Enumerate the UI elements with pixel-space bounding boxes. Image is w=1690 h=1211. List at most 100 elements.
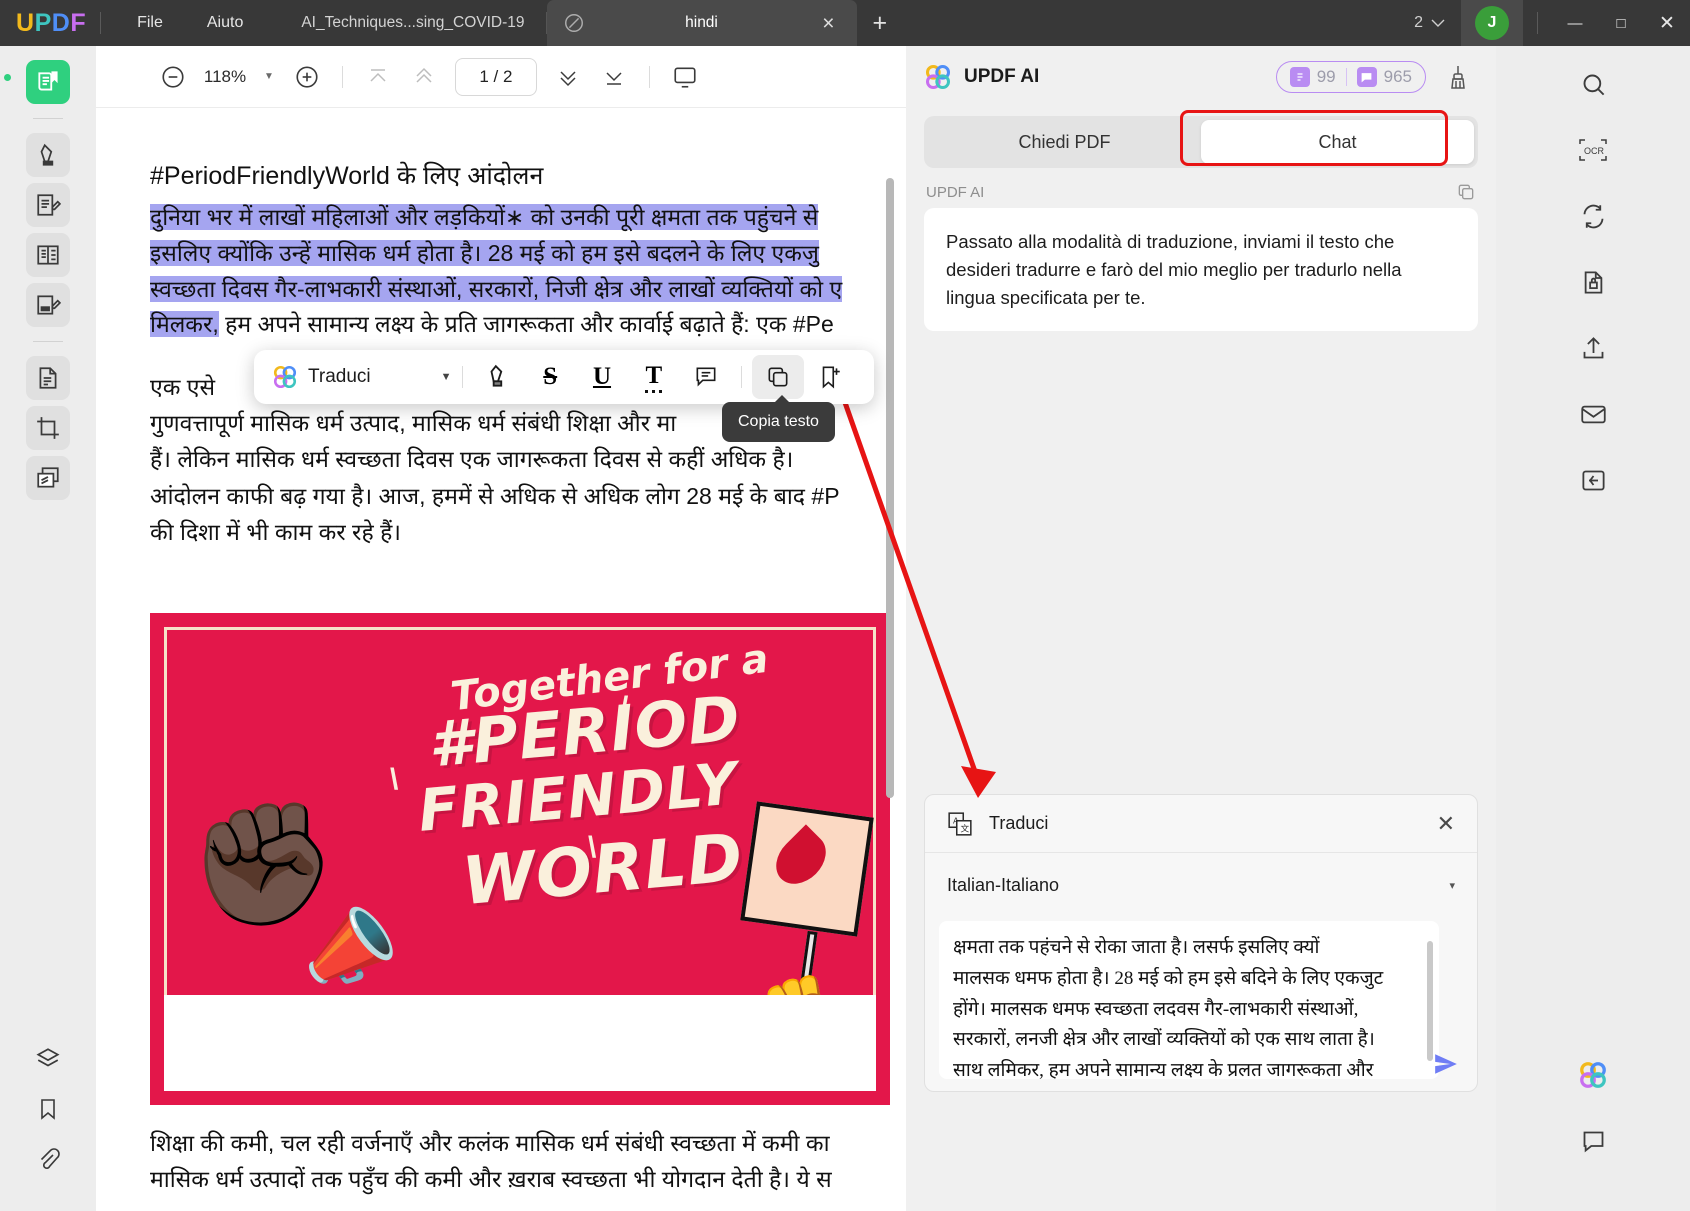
sidebar-item-attachment[interactable]: [26, 1137, 70, 1181]
doc-line-4-rest: हम अपने सामान्य लक्ष्य के प्रति जागरूकता…: [218, 311, 834, 338]
highlight-button[interactable]: [473, 355, 525, 399]
sidebar-item-highlight[interactable]: [26, 133, 70, 177]
clear-chat-button[interactable]: [1438, 57, 1478, 97]
menu-file[interactable]: File: [115, 0, 185, 46]
protect-button[interactable]: [1571, 260, 1615, 304]
underline-icon: U: [592, 363, 612, 390]
chat-credit-icon: [1356, 67, 1377, 87]
bookmark-icon: [36, 1097, 60, 1121]
note-comment-button[interactable]: [680, 355, 732, 399]
document-credit-count: 99: [1316, 67, 1336, 86]
seltoolbar-separator-1: [461, 366, 463, 388]
copy-text-button[interactable]: [752, 355, 805, 399]
sidebar-item-reader-mode[interactable]: [26, 60, 70, 104]
right-tool-rail: OCR: [1496, 46, 1690, 1211]
ocr-button[interactable]: OCR: [1571, 128, 1615, 172]
strikethrough-button[interactable]: S: [524, 355, 576, 399]
account-button[interactable]: J: [1461, 0, 1523, 46]
present-mode-button[interactable]: [664, 56, 706, 98]
attachment-icon: [36, 1147, 60, 1171]
compress-button[interactable]: [1571, 458, 1615, 502]
copy-message-icon[interactable]: [1456, 182, 1476, 202]
pdf-page-view[interactable]: #PeriodFriendlyWorld के लिए आंदोलन दुनिय…: [96, 108, 906, 1211]
ocr-icon: OCR: [1578, 137, 1608, 163]
translate-input-area[interactable]: क्षमता तक पहंचने से रोका जाता है। लसर्फ …: [939, 921, 1439, 1079]
sidebar-item-edit-pdf[interactable]: [26, 233, 70, 277]
pdf-vertical-scrollbar[interactable]: [886, 178, 894, 798]
language-selector[interactable]: Italian-Italiano ▾: [925, 853, 1477, 917]
squiggly-underline-button[interactable]: T: [628, 355, 680, 399]
sidebar-item-layers[interactable]: [26, 1037, 70, 1081]
sidebar-item-bookmark[interactable]: [26, 1087, 70, 1131]
email-icon: [1580, 401, 1607, 428]
sidebar-item-page-organize[interactable]: [26, 356, 70, 400]
zoom-in-button[interactable]: [286, 56, 328, 98]
underline-button[interactable]: U: [576, 355, 628, 399]
compress-icon: [1580, 467, 1607, 494]
convert-button[interactable]: [1571, 194, 1615, 238]
email-button[interactable]: [1571, 392, 1615, 436]
tab-close-button[interactable]: ×: [822, 13, 834, 34]
close-icon[interactable]: ✕: [1437, 812, 1455, 835]
updf-ai-panel: UPDF AI 99 965 Chiedi PDF Chat UPDF AI P…: [906, 46, 1496, 1211]
updf-ai-flower-icon: [272, 364, 298, 390]
ai-panel-title: UPDF AI: [964, 66, 1040, 87]
zoom-dropdown-caret[interactable]: ▼: [256, 71, 282, 82]
selected-line-1: दुनिया भर में लाखों महिलाओं और लड़कियों∗ …: [150, 204, 819, 231]
send-button[interactable]: [1431, 1051, 1461, 1077]
credits-badge[interactable]: 99 965: [1275, 61, 1426, 93]
broom-icon: [1446, 64, 1470, 90]
toolbar-separator-1: [341, 65, 343, 88]
bookmark-add-icon: [817, 364, 843, 390]
doc-p2-line-5: की दिशा में भी काम कर रहे हैं।: [150, 519, 401, 546]
sidebar-item-batch-pages[interactable]: [26, 456, 70, 500]
ai-message-sender: UPDF AI: [906, 168, 1496, 208]
tab-strip: AI_Techniques...sing_COVID-19 hindi × +: [279, 0, 887, 46]
poster-image: Together for a #PERIOD FRIENDLY WORLD ✊🏿…: [150, 613, 890, 1105]
chevron-down-icon[interactable]: ▼: [441, 371, 452, 383]
updf-logo: UPDF: [16, 8, 87, 37]
toolbar-separator-2: [648, 65, 650, 88]
next-page-button[interactable]: [547, 56, 589, 98]
tab-chat[interactable]: Chat: [1201, 120, 1474, 164]
share-button[interactable]: [1571, 326, 1615, 370]
updf-ai-button[interactable]: [1571, 1053, 1615, 1097]
new-tab-button[interactable]: +: [873, 10, 888, 36]
doc-bottom-line-2: मासिक धर्म उत्पादों तक पहुँच की कमी और ख…: [150, 1165, 832, 1192]
maximize-button[interactable]: □: [1598, 0, 1644, 46]
tab-hindi[interactable]: hindi ×: [546, 0, 857, 46]
sparkle-3: \: [588, 831, 597, 864]
reader-mode-icon: [35, 69, 61, 95]
input-line-5: साथ लमिकर, हम अपने सामान्य लक्ष्य के प्र…: [953, 1060, 1374, 1079]
input-line-2: मालसक धमफ होता है। 28 मई को हम इसे बदिने…: [953, 967, 1384, 989]
bookmark-add-button[interactable]: [804, 355, 856, 399]
first-page-button[interactable]: [357, 56, 399, 98]
svg-text:文: 文: [961, 822, 970, 833]
translate-label: Traduci: [308, 366, 371, 387]
tab-chiedi-pdf[interactable]: Chiedi PDF: [928, 120, 1201, 164]
rail-separator-2: [33, 341, 63, 342]
tab-count-dropdown[interactable]: 2: [1398, 14, 1461, 32]
sidebar-item-crop-page[interactable]: [26, 406, 70, 450]
sparkle-1: \: [390, 763, 399, 796]
input-line-1: क्षमता तक पहंचने से रोका जाता है। लसर्फ …: [953, 937, 1320, 958]
sidebar-item-form-edit[interactable]: [26, 283, 70, 327]
comment-button[interactable]: [1571, 1119, 1615, 1163]
translate-input-scrollbar[interactable]: [1427, 941, 1433, 1061]
last-page-button[interactable]: [593, 56, 635, 98]
translate-dropdown[interactable]: Traduci ▼: [272, 364, 452, 390]
search-icon: [1580, 71, 1607, 98]
tab-ai-techniques[interactable]: AI_Techniques...sing_COVID-19: [279, 0, 547, 46]
page-organize-icon: [35, 365, 61, 391]
sidebar-item-annotate[interactable]: [26, 183, 70, 227]
prev-page-button[interactable]: [403, 56, 445, 98]
menu-aiuto[interactable]: Aiuto: [185, 0, 265, 46]
search-button[interactable]: [1571, 62, 1615, 106]
minimize-button[interactable]: —: [1552, 0, 1598, 46]
input-line-4: सरकारों, लनजी क्षेत्र और लाखों व्यक्तियो…: [953, 1029, 1375, 1051]
zoom-out-button[interactable]: [152, 56, 194, 98]
chevron-down-icon: [1431, 19, 1445, 28]
page-indicator[interactable]: 1 / 2: [454, 57, 537, 96]
document-tab-icon: [563, 12, 585, 34]
close-window-button[interactable]: ✕: [1644, 0, 1690, 46]
